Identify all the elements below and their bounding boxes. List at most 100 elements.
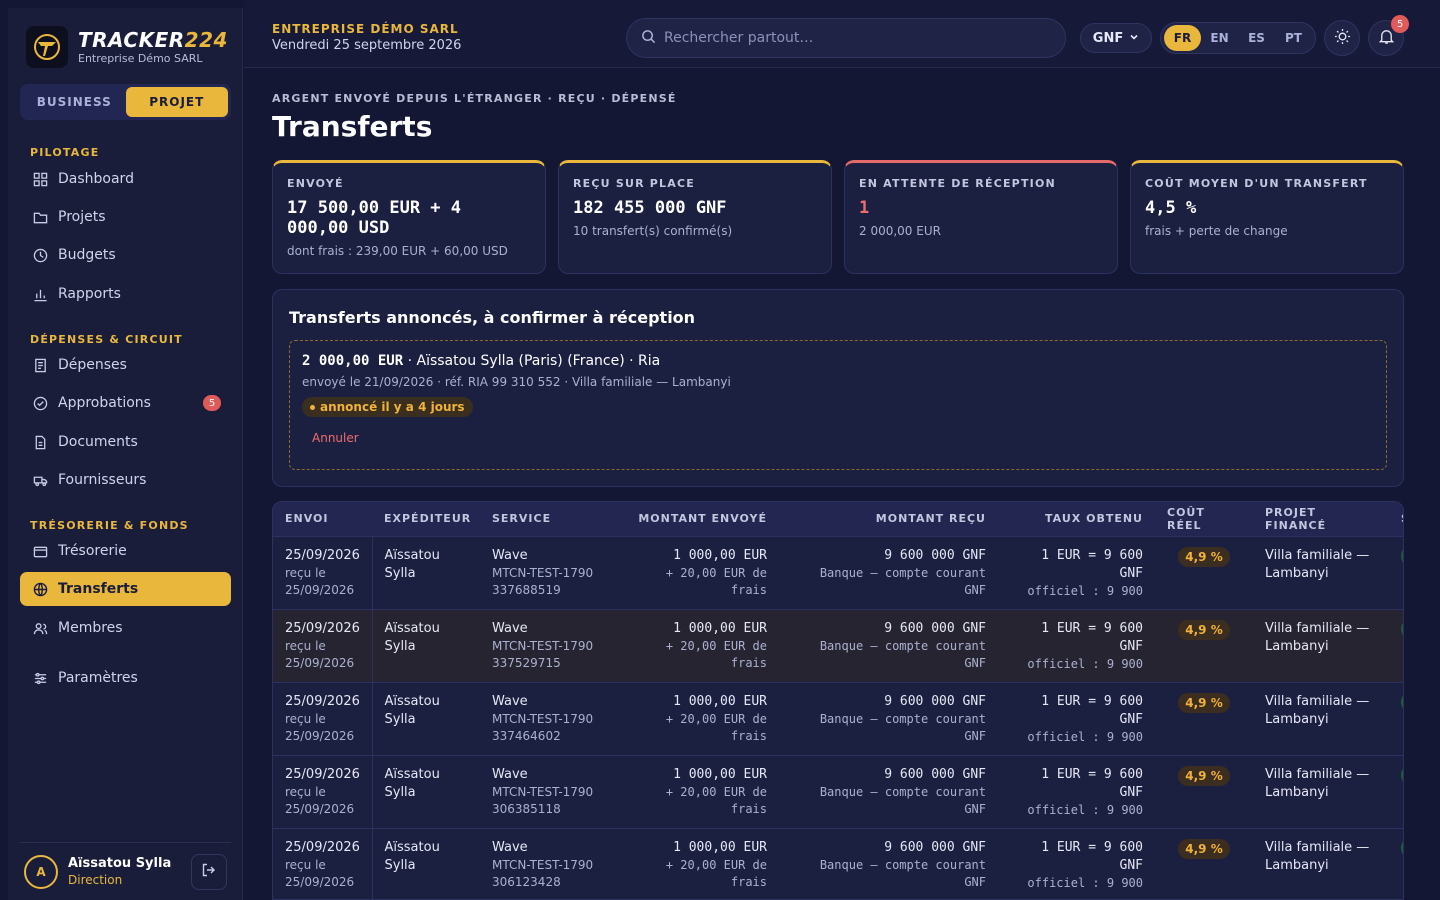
cell-montant-envoye: 1 000,00 EUR + 20,00 EUR de frais — [611, 609, 779, 683]
currency-select[interactable]: GNF — [1080, 23, 1152, 53]
cell-montant-recu: 9 600 000 GNF Banque — compte courant GNF — [779, 536, 998, 610]
status-badge — [1401, 690, 1403, 713]
mode-business-button[interactable]: BUSINESS — [23, 87, 126, 117]
transfers-table: ENVOI EXPÉDITEUR SERVICE MONTANT ENVOYÉ … — [272, 501, 1404, 900]
stat-sub: 10 transfert(s) confirmé(s) — [573, 224, 733, 238]
col-projet[interactable]: PROJET FINANCÉ — [1253, 502, 1389, 537]
cell-projet: Villa familiale — Lambanyi — [1253, 755, 1389, 829]
sidebar-item-membres[interactable]: Membres — [20, 611, 231, 645]
sidebar-item-label: Dashboard — [58, 171, 134, 187]
cell-taux: 1 EUR = 9 600 GNF officiel : 9 900 — [998, 536, 1155, 610]
avatar[interactable]: A — [24, 854, 58, 889]
table-row[interactable]: 25/09/2026 reçu le 25/09/2026 Aïssatou Syl… — [273, 536, 1403, 610]
col-taux[interactable]: TAUX OBTENU — [998, 502, 1155, 537]
cell-montant-recu: 9 600 000 GNF Banque — compte courant GNF — [779, 755, 998, 829]
brand-name: TRACKER224 — [78, 27, 228, 52]
sidebar-item-projets[interactable]: Projets — [20, 200, 231, 234]
nav-section-depenses: DÉPENSES & CIRCUIT — [30, 333, 183, 346]
lang-fr-button[interactable]: FR — [1164, 25, 1201, 51]
user-name: Aïssatou Sylla — [68, 856, 172, 871]
pending-meta: envoyé le 21/09/2026 · réf. RIA 99 310 5… — [302, 375, 731, 389]
table-row[interactable]: 25/09/2026 reçu le 25/09/2026 Aïssatou Syl… — [273, 609, 1403, 683]
table-row[interactable]: 25/09/2026 reçu le 25/09/2026 Aïssatou Syl… — [273, 755, 1403, 829]
cost-badge: 4,9 % — [1178, 619, 1230, 640]
cell-taux: 1 EUR = 9 600 GNF officiel : 9 900 — [998, 755, 1155, 829]
cell-montant-envoye: 1 000,00 EUR + 20,00 EUR de frais — [611, 682, 779, 756]
sidebar-item-label: Rapports — [58, 286, 121, 302]
theme-toggle-button[interactable] — [1324, 20, 1360, 56]
col-envoi[interactable]: ENVOI — [273, 502, 372, 537]
sidebar-item-budgets[interactable]: Budgets — [20, 238, 231, 272]
search-bar[interactable] — [626, 18, 1066, 58]
brand[interactable]: TRACKER224 Entreprise Démo SARL — [26, 26, 228, 68]
sliders-icon — [32, 670, 48, 686]
sidebar-item-label: Fournisseurs — [58, 472, 147, 488]
cell-taux: 1 EUR = 9 600 GNF officiel : 9 900 — [998, 828, 1155, 899]
bell-icon — [1378, 28, 1395, 49]
sidebar-item-tresorerie[interactable]: Trésorerie — [20, 534, 231, 568]
col-montant-envoye[interactable]: MONTANT ENVOYÉ — [611, 502, 779, 537]
document-icon — [32, 434, 48, 450]
stat-value: 182 455 000 GNF — [573, 198, 727, 218]
sidebar-item-rapports[interactable]: Rapports — [20, 277, 231, 311]
search-input[interactable] — [664, 30, 1044, 46]
sidebar-item-fournisseurs[interactable]: Fournisseurs — [20, 463, 231, 497]
sun-icon — [1334, 28, 1351, 49]
page-eyebrow: ARGENT ENVOYÉ DEPUIS L'ÉTRANGER · REÇU ·… — [272, 92, 677, 105]
sidebar-item-parametres[interactable]: Paramètres — [20, 661, 231, 695]
sidebar-item-transferts[interactable]: Transferts — [20, 572, 231, 606]
col-expediteur[interactable]: EXPÉDITEUR — [372, 502, 480, 537]
lang-en-button[interactable]: EN — [1201, 25, 1238, 51]
notifications-button[interactable]: 5 — [1368, 15, 1409, 56]
stat-card-en-attente: EN ATTENTE DE RÉCEPTION 1 2 000,00 EUR — [844, 160, 1118, 274]
stat-card-recu: REÇU SUR PLACE 182 455 000 GNF 10 transf… — [558, 160, 832, 274]
cell-envoi: 25/09/2026 reçu le 25/09/2026 — [273, 536, 373, 610]
mode-project-button[interactable]: PROJET — [125, 87, 228, 117]
sidebar-item-label: Budgets — [58, 247, 116, 263]
stat-value: 4,5 % — [1145, 198, 1197, 218]
logout-icon — [201, 862, 217, 882]
cancel-transfer-link[interactable]: Annuler — [312, 431, 1374, 445]
cell-expediteur: Aïssatou Sylla — [372, 755, 480, 829]
cell-envoi: 25/09/2026 reçu le 25/09/2026 — [273, 828, 373, 899]
lang-pt-button[interactable]: PT — [1275, 25, 1312, 51]
cell-cout-reel: 4,9 % — [1155, 536, 1253, 610]
cell-service: Wave MTCN-TEST-1790337529715 — [480, 609, 611, 683]
sidebar-item-approbations[interactable]: Approbations 5 — [20, 386, 231, 420]
chart-icon — [32, 286, 48, 302]
stat-sub: 2 000,00 EUR — [859, 224, 941, 238]
pending-status-badge: annoncé il y a 4 jours — [302, 397, 473, 417]
col-statut[interactable]: S — [1389, 502, 1403, 537]
approbations-count-badge: 5 — [203, 395, 221, 411]
table-row[interactable]: 25/09/2026 reçu le 25/09/2026 Aïssatou Syl… — [273, 682, 1403, 756]
stat-value: 17 500,00 EUR + 4 000,00 USD — [287, 198, 461, 238]
cell-projet: Villa familiale — Lambanyi — [1253, 828, 1389, 899]
sidebar-item-depenses[interactable]: Dépenses — [20, 348, 231, 382]
pending-summary: 2 000,00 EUR · Aïssatou Sylla (Paris) (F… — [302, 353, 1374, 369]
cell-envoi: 25/09/2026 reçu le 25/09/2026 — [273, 755, 373, 829]
table-row[interactable]: 25/09/2026 reçu le 25/09/2026 Aïssatou Syl… — [273, 828, 1403, 899]
cell-statut — [1389, 682, 1403, 756]
topbar: ENTREPRISE DÉMO SARL Vendredi 25 septemb… — [244, 0, 1440, 68]
cell-montant-recu: 9 600 000 GNF Banque — compte courant GNF — [779, 609, 998, 683]
cell-statut — [1389, 828, 1403, 899]
sidebar-item-dashboard[interactable]: Dashboard — [20, 162, 231, 196]
col-cout-reel[interactable]: COÛT RÉEL — [1155, 502, 1253, 537]
lang-es-button[interactable]: ES — [1238, 25, 1275, 51]
cell-statut — [1389, 536, 1403, 610]
col-montant-recu[interactable]: MONTANT REÇU — [779, 502, 998, 537]
cell-expediteur: Aïssatou Sylla — [372, 682, 480, 756]
cell-montant-envoye: 1 000,00 EUR + 20,00 EUR de frais — [611, 536, 779, 610]
cell-taux: 1 EUR = 9 600 GNF officiel : 9 900 — [998, 682, 1155, 756]
budget-icon — [32, 247, 48, 263]
globe-icon — [32, 581, 48, 597]
logout-button[interactable] — [191, 853, 227, 890]
status-badge — [1401, 763, 1403, 786]
sidebar-item-documents[interactable]: Documents — [20, 425, 231, 459]
status-badge — [1401, 544, 1403, 567]
sidebar: TRACKER224 Entreprise Démo SARL BUSINESS… — [8, 8, 243, 900]
sidebar-item-label: Projets — [58, 209, 106, 225]
cell-statut — [1389, 755, 1403, 829]
table-header-row: ENVOI EXPÉDITEUR SERVICE MONTANT ENVOYÉ … — [273, 502, 1403, 537]
col-service[interactable]: SERVICE — [480, 502, 611, 537]
